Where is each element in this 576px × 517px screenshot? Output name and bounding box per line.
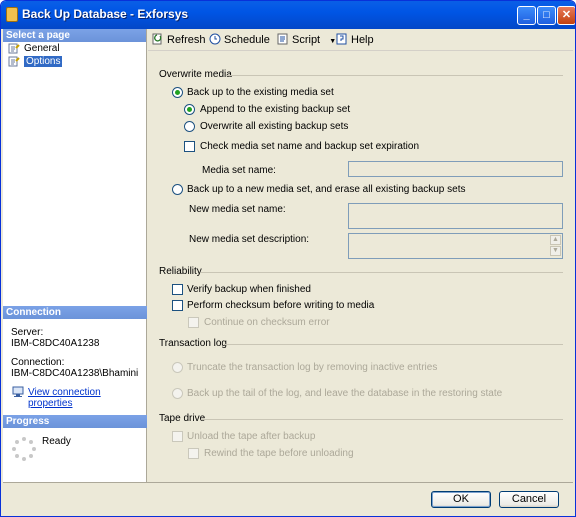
scroll-down-icon[interactable]: ▼ (550, 246, 561, 256)
close-button[interactable]: ✕ (557, 6, 575, 25)
clock-icon (209, 33, 221, 45)
window-title: Back Up Database - Exforsys (22, 7, 189, 21)
verify-backup-label: Verify backup when finished (187, 284, 311, 295)
media-set-name-field[interactable] (348, 161, 563, 177)
backup-tail-label: Back up the tail of the log, and leave t… (187, 388, 503, 399)
select-page-header: Select a page (3, 29, 146, 42)
refresh-icon (152, 33, 162, 45)
continue-on-error-label: Continue on checksum error (204, 317, 330, 328)
progress-status: Ready (42, 436, 71, 447)
backup-existing-media-label: Back up to the existing media set (187, 87, 334, 98)
progress-header: Progress (3, 415, 147, 428)
unload-tape-checkbox[interactable] (172, 431, 183, 442)
append-backup-set-radio[interactable] (184, 104, 195, 115)
continue-on-error-checkbox[interactable] (188, 317, 199, 328)
sidebar-item-label: General (24, 43, 60, 54)
unload-tape-label: Unload the tape after backup (187, 431, 316, 442)
cancel-button[interactable]: Cancel (499, 491, 559, 508)
new-media-set-description-field[interactable]: ▲ ▼ (348, 233, 563, 259)
help-button[interactable]: Help (336, 33, 374, 46)
help-label: Help (351, 34, 374, 46)
page-icon (8, 56, 20, 67)
title-bar[interactable]: Back Up Database - Exforsys _ □ ✕ (1, 1, 575, 29)
sidebar-item-label: Options (24, 56, 63, 67)
progress-spinner-icon (12, 437, 36, 461)
new-media-set-name-field[interactable] (348, 203, 563, 229)
backup-new-media-label: Back up to a new media set, and erase al… (187, 184, 466, 195)
page-icon (8, 43, 20, 54)
overwrite-backup-sets-radio[interactable] (184, 121, 195, 132)
group-divider (201, 419, 563, 420)
perform-checksum-label: Perform checksum before writing to media (187, 300, 375, 311)
connection-label: Connection: (11, 357, 65, 368)
server-label: Server: (11, 327, 44, 338)
script-button[interactable]: Script ▼ (277, 33, 336, 46)
truncate-log-label: Truncate the transaction log by removing… (187, 362, 438, 373)
truncate-log-radio[interactable] (172, 362, 183, 373)
backup-database-dialog: Back Up Database - Exforsys _ □ ✕ Select… (0, 0, 576, 517)
server-value: IBM-C8DC40A1238 (11, 338, 100, 349)
dialog-footer: OK Cancel (3, 482, 573, 516)
refresh-button[interactable]: Refresh (152, 33, 206, 46)
backup-existing-media-radio[interactable] (172, 87, 183, 98)
overwrite-backup-sets-label: Overwrite all existing backup sets (200, 121, 349, 132)
perform-checksum-checkbox[interactable] (172, 300, 183, 311)
group-divider (224, 344, 563, 345)
transaction-log-title: Transaction log (159, 338, 227, 349)
connection-header: Connection (3, 306, 147, 319)
check-media-label: Check media set name and backup set expi… (200, 141, 420, 152)
media-set-name-label: Media set name: (202, 165, 276, 176)
options-pane: Refresh Schedule Script ▼ Help Overwrite… (148, 29, 573, 482)
sidebar-item-options[interactable]: Options (3, 55, 146, 68)
scroll-up-icon[interactable]: ▲ (550, 235, 561, 245)
script-icon (277, 33, 288, 45)
maximize-button[interactable]: □ (537, 6, 556, 25)
connection-properties-icon (12, 386, 24, 397)
left-pane: Select a page General Options Connection… (3, 29, 147, 482)
sidebar-item-general[interactable]: General (3, 42, 146, 55)
ok-button[interactable]: OK (431, 491, 491, 508)
check-media-checkbox[interactable] (184, 141, 195, 152)
group-divider (226, 75, 563, 76)
reliability-title: Reliability (159, 266, 202, 277)
rewind-tape-checkbox[interactable] (188, 448, 199, 459)
rewind-tape-label: Rewind the tape before unloading (204, 448, 354, 459)
group-divider (201, 272, 563, 273)
script-label: Script (292, 34, 321, 46)
new-media-set-name-label: New media set name: (189, 204, 286, 215)
tape-drive-title: Tape drive (159, 413, 206, 424)
verify-backup-checkbox[interactable] (172, 284, 183, 295)
database-icon (6, 7, 18, 22)
connection-value: IBM-C8DC40A1238\Bhamini (11, 368, 139, 379)
backup-new-media-radio[interactable] (172, 184, 183, 195)
view-connection-properties-link[interactable]: View connection properties (28, 387, 146, 409)
minimize-button[interactable]: _ (517, 6, 536, 25)
help-icon (336, 33, 347, 45)
toolbar: Refresh Schedule Script ▼ Help (148, 29, 573, 51)
schedule-button[interactable]: Schedule (209, 33, 270, 46)
new-media-set-description-label: New media set description: (189, 234, 310, 245)
schedule-label: Schedule (224, 34, 270, 46)
backup-tail-radio[interactable] (172, 388, 183, 399)
append-backup-set-label: Append to the existing backup set (200, 104, 351, 115)
overwrite-media-title: Overwrite media (159, 69, 232, 80)
refresh-label: Refresh (167, 34, 206, 46)
